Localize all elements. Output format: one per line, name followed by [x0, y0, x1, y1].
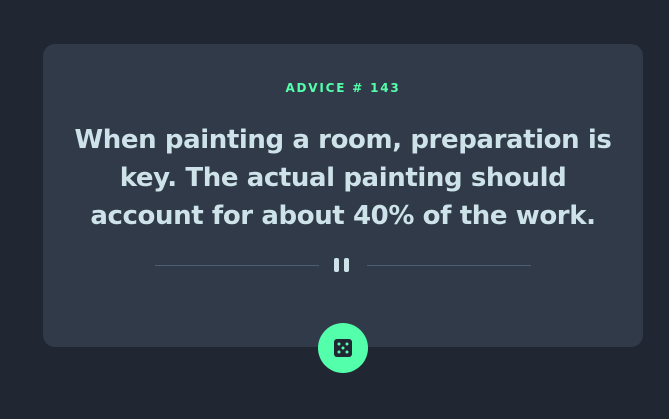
- advice-card: ADVICE # 143 When painting a room, prepa…: [43, 44, 643, 347]
- new-advice-button[interactable]: [318, 323, 368, 373]
- pattern-divider: [155, 258, 531, 272]
- advice-id: ADVICE # 143: [285, 81, 401, 95]
- dice-icon: [334, 339, 352, 357]
- pause-icon: [334, 258, 352, 272]
- divider-line-right: [367, 265, 531, 266]
- divider-line-left: [155, 265, 319, 266]
- advice-text: When painting a room, preparation is key…: [74, 125, 612, 231]
